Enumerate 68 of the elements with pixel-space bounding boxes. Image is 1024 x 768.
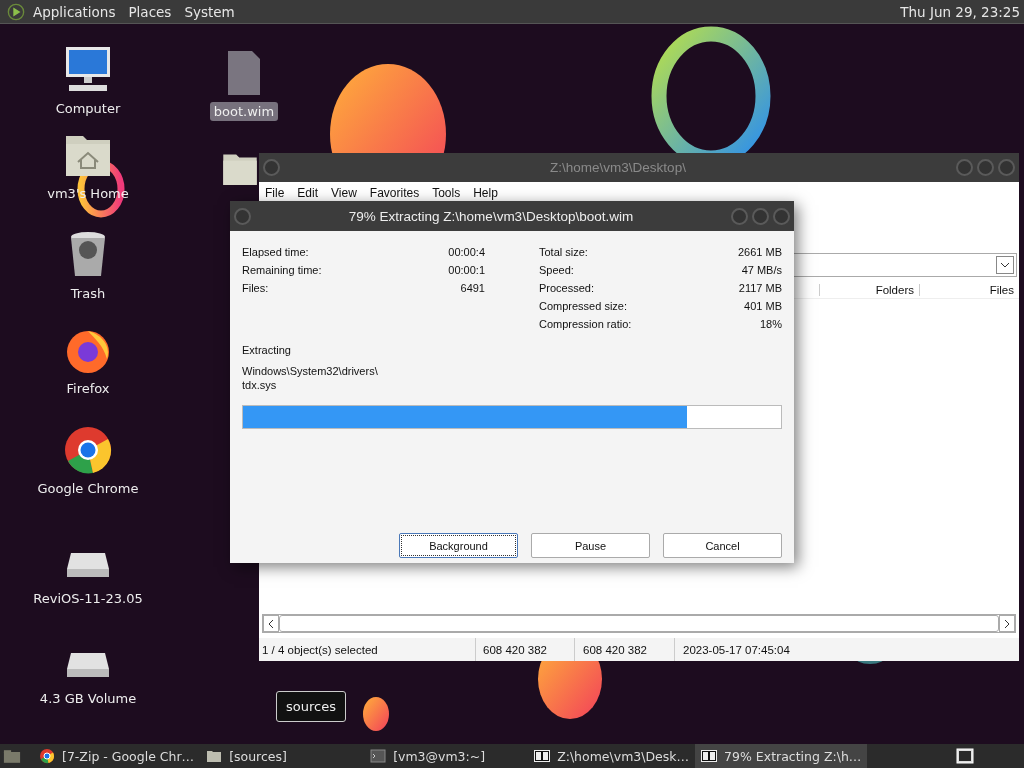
- stat-value: 00:00:4: [448, 245, 485, 260]
- stat-label: Files:: [242, 281, 269, 296]
- dialog-button[interactable]: Pause: [531, 533, 650, 558]
- stat-label: Total size:: [539, 245, 588, 260]
- taskbar-button[interactable]: [vm3@vm3:~]: [364, 744, 529, 768]
- chevron-left-icon: [268, 618, 274, 629]
- play-logo-icon[interactable]: [7, 2, 25, 21]
- stat-value: 47 MB/s: [741, 263, 782, 278]
- terminal-icon: [370, 748, 387, 764]
- file-path: tdx.sys: [242, 378, 278, 392]
- file-path: Windows\System32\drivers\: [242, 364, 379, 378]
- taskbar-button[interactable]: [7-Zip - Google Chr…: [33, 744, 201, 768]
- desktop-icon-label[interactable]: boot.wim: [209, 102, 279, 121]
- panel-menu[interactable]: Places: [128, 3, 172, 20]
- status-cell: 608 420 382: [575, 638, 675, 661]
- scroll-right-button[interactable]: [999, 615, 1015, 632]
- scroll-left-button[interactable]: [263, 615, 279, 632]
- show-desktop-icon[interactable]: [3, 748, 21, 764]
- dialog-button[interactable]: Cancel: [663, 533, 782, 558]
- column-header[interactable]: Files: [919, 283, 1019, 296]
- chevron-down-icon: [1000, 262, 1010, 268]
- desktop-icon-label[interactable]: Google Chrome: [33, 479, 143, 498]
- chrome-icon: [39, 748, 55, 764]
- taskbar-button[interactable]: [sources]: [200, 744, 365, 768]
- archive-app-icon: [534, 748, 551, 764]
- stat-label: Remaining time:: [242, 263, 322, 278]
- archive-app-icon: [701, 748, 718, 764]
- desktop-icon-label[interactable]: 4.3 GB Volume: [35, 689, 141, 708]
- stat-label: Processed:: [539, 281, 595, 296]
- chevron-right-icon: [1004, 618, 1010, 629]
- stat-label: Compressed size:: [539, 299, 628, 314]
- stat-value: 6491: [460, 281, 485, 296]
- menu-item[interactable]: View: [331, 185, 357, 200]
- folder-icon: [206, 748, 223, 764]
- window-title: 79% Extracting Z:\home\vm3\Desktop\boot.wim: [347, 208, 635, 224]
- stat-label: Elapsed time:: [242, 245, 309, 260]
- status-cell-text: 2023-05-17 07:45:04: [682, 642, 791, 658]
- dropdown-button[interactable]: [996, 256, 1014, 274]
- panel-menu[interactable]: System: [184, 3, 235, 20]
- desktop-icon-label[interactable]: Computer: [51, 99, 125, 118]
- taskbar-button[interactable]: 79% Extracting Z:\h…: [695, 744, 868, 768]
- column-header[interactable]: Folders: [819, 283, 919, 296]
- stat-value: 2661 MB: [737, 245, 782, 260]
- stat-label: Compression ratio:: [539, 317, 632, 332]
- desktop-icon-label[interactable]: Firefox: [62, 379, 114, 398]
- chrome-icon[interactable]: [63, 425, 113, 475]
- window-title: Z:\home\vm3\Desktop\: [549, 160, 687, 175]
- menu-item[interactable]: Edit: [297, 185, 319, 200]
- workspace-switcher-icon[interactable]: [956, 748, 974, 764]
- menu-item[interactable]: Tools: [432, 185, 461, 200]
- menu-item[interactable]: Favorites: [369, 185, 420, 200]
- operation-label: Extracting: [242, 344, 292, 356]
- stat-label: Speed:: [539, 263, 574, 278]
- status-cell: 608 420 382: [476, 638, 575, 661]
- desktop-icon-label[interactable]: ReviOS-11-23.05: [29, 589, 147, 608]
- dialog-button[interactable]: Background: [399, 533, 518, 558]
- stat-value: 18%: [759, 317, 782, 332]
- status-cell: 1 / 4 object(s) selected: [259, 638, 476, 661]
- stat-value: 401 MB: [744, 299, 782, 314]
- menu-item[interactable]: File: [265, 185, 285, 200]
- menu-item[interactable]: Help: [473, 185, 498, 200]
- panel-menu[interactable]: Applications: [33, 3, 116, 20]
- taskbar-button[interactable]: Z:\home\vm3\Desk…: [528, 744, 696, 768]
- stat-value: 2117 MB: [738, 281, 782, 296]
- desktop-icon-label[interactable]: Trash: [66, 284, 110, 303]
- desktop-icon-label[interactable]: sources: [276, 691, 346, 722]
- clock[interactable]: Thu Jun 29, 23:25: [900, 3, 1020, 20]
- stat-value: 00:00:1: [448, 263, 485, 278]
